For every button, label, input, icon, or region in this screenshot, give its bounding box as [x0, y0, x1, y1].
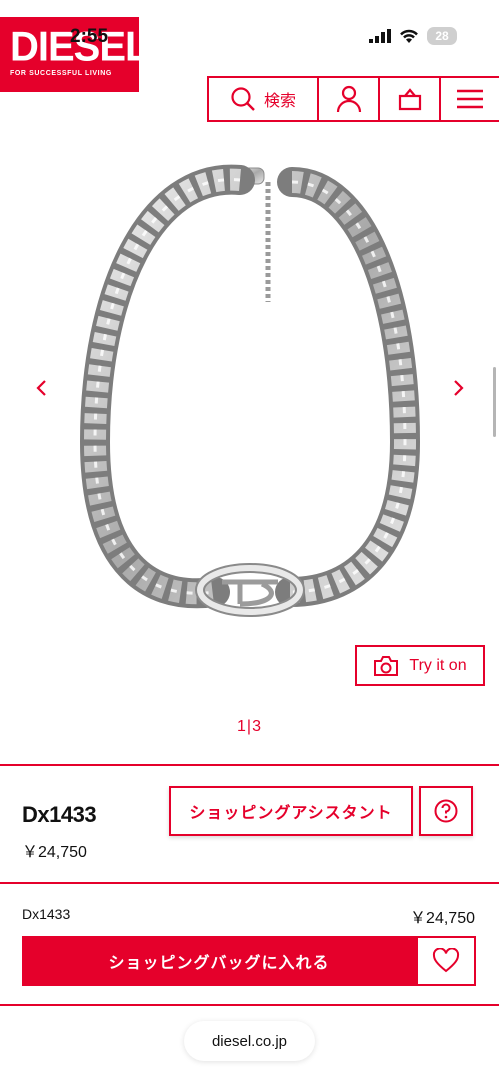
chevron-left-icon[interactable] — [30, 376, 54, 400]
wishlist-button[interactable] — [416, 936, 476, 986]
shopping-assistant-label: ショッピングアシスタント — [189, 805, 393, 822]
sku-label: Dx1433 — [22, 906, 71, 922]
heart-icon — [432, 948, 460, 973]
camera-icon — [374, 655, 399, 676]
add-to-bag-label: ショッピングバッグに入れる — [108, 955, 330, 972]
url-text: diesel.co.jp — [211, 1032, 288, 1050]
signal-icon — [369, 29, 391, 43]
shopping-bag-button[interactable] — [380, 78, 441, 120]
add-to-bag-button[interactable]: ショッピングバッグに入れる — [22, 936, 416, 986]
shopping-assistant-button[interactable]: ショッピングアシスタント — [169, 786, 413, 836]
account-button[interactable] — [319, 78, 380, 120]
search-button[interactable]: 検索 — [209, 78, 319, 120]
question-icon — [434, 799, 458, 823]
image-pager: 1|3 — [237, 718, 262, 735]
product-price: ￥24,750 — [22, 844, 87, 861]
browser-url-bar[interactable]: diesel.co.jp — [184, 1021, 315, 1061]
sku-price: ￥24,750 — [410, 910, 475, 927]
product-summary: Dx1433 ￥24,750 ショッピングアシスタント — [0, 766, 499, 884]
try-it-on-button[interactable]: Try it on — [355, 645, 485, 686]
try-it-on-label: Try it on — [409, 656, 467, 674]
help-button[interactable] — [419, 786, 473, 836]
account-icon — [336, 85, 361, 113]
status-icons: 28 — [369, 27, 457, 45]
page-scrollbar[interactable] — [493, 367, 496, 437]
menu-icon — [457, 89, 483, 109]
shopping-bag-icon — [398, 88, 421, 111]
product-name: Dx1433 — [22, 802, 97, 827]
status-time: 2:55 — [70, 26, 109, 47]
logo-tagline: FOR SUCCESSFUL LIVING — [10, 70, 112, 77]
chevron-right-icon[interactable] — [446, 376, 470, 400]
menu-button[interactable] — [441, 78, 499, 120]
wifi-icon — [400, 29, 418, 43]
header-nav: 検索 — [207, 76, 499, 122]
battery-level: 28 — [435, 29, 449, 43]
search-icon — [231, 87, 255, 111]
product-info-panel: Dx1433 ￥24,750 ショッピングアシスタント Dx1433 ￥24,7… — [0, 764, 499, 1006]
search-label: 検索 — [263, 93, 296, 110]
battery-indicator: 28 — [427, 27, 457, 45]
